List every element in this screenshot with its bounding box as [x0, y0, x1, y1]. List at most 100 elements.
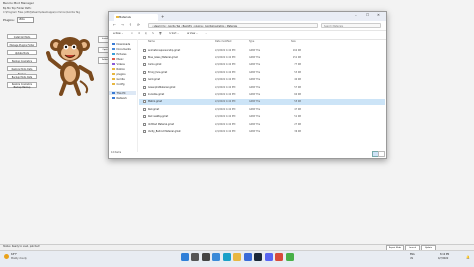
- view-button[interactable]: ☰ View ⌄: [187, 32, 198, 35]
- nav-item-label: Config: [116, 82, 125, 86]
- folder-icon: [112, 96, 115, 100]
- rename-icon[interactable]: ✎: [152, 32, 154, 35]
- file-date: 2/4/2022 4:42 PM: [215, 85, 236, 89]
- back-arrow-icon[interactable]: ←: [113, 23, 116, 27]
- nav-item-this-pc[interactable]: This PC: [109, 91, 136, 95]
- start-icon[interactable]: [180, 253, 189, 261]
- install-all-mods-button[interactable]: Install All Mods: [7, 34, 37, 39]
- sort-button[interactable]: ⇅ Sort ⌄: [169, 32, 179, 35]
- weather-temperature[interactable]: 63°F: [11, 253, 17, 256]
- file-name: Matrix.gmat: [148, 100, 162, 104]
- clock-date[interactable]: 4/7/2022: [438, 257, 448, 260]
- file-date: 2/4/2022 4:42 PM: [215, 115, 236, 119]
- file-row[interactable]: GreenphoMaterial.gmat 2/4/2022 4:42 PM GMA…: [139, 84, 385, 91]
- weather-icon[interactable]: [4, 254, 9, 259]
- refresh-icon[interactable]: ⟳: [137, 23, 140, 27]
- column-type[interactable]: Type: [249, 40, 254, 43]
- file-size: 151 KB: [292, 55, 301, 59]
- nav-item-roblox[interactable]: Roblox: [112, 67, 125, 71]
- file-row[interactable]: Red.gmat 2/4/2022 4:42 PM GMAT File 47 KB: [139, 106, 385, 113]
- up-arrow-icon[interactable]: ↑: [129, 23, 132, 27]
- file-row[interactable]: Matrix.gmat 2/4/2022 4:42 PM GMAT File 55 K…: [139, 98, 385, 106]
- search-icon[interactable]: [191, 253, 199, 261]
- file-icon: [143, 122, 146, 126]
- update-mods-button[interactable]: Update Mods: [7, 50, 37, 55]
- file-size: 36 KB: [294, 129, 301, 133]
- file-icon: [143, 100, 146, 104]
- manage-plugins-button[interactable]: Manage Plugins Folder: [7, 42, 37, 47]
- nav-item-videos[interactable]: Videos: [112, 62, 125, 66]
- cut-icon[interactable]: ✂: [131, 32, 133, 35]
- new-button[interactable]: ⊕ New ⌄: [113, 32, 123, 35]
- edge-icon[interactable]: [222, 253, 231, 261]
- language-indicator[interactable]: ENG: [410, 253, 415, 256]
- forward-arrow-icon[interactable]: →: [121, 23, 124, 27]
- nav-item-network[interactable]: Network: [112, 96, 127, 100]
- column-name[interactable]: Name: [148, 40, 155, 43]
- file-size: 57 KB: [294, 85, 301, 89]
- nav-item-music[interactable]: Music: [112, 57, 124, 61]
- file-icon: [143, 85, 146, 89]
- app-icon[interactable]: [275, 253, 283, 261]
- close-button[interactable]: ✕: [377, 13, 380, 17]
- nav-item-gorilla[interactable]: Gorilla: [112, 77, 125, 81]
- file-icon: [143, 63, 146, 67]
- file-size: 53 KB: [294, 70, 301, 74]
- file-row[interactable]: Gold.gmat 2/4/2022 4:42 PM GMAT File 40 KB: [139, 77, 385, 84]
- file-type: GMAT File: [249, 122, 261, 126]
- file-row[interactable]: Blue_Glass_Material.gmat 2/4/2022 4:42 PM…: [139, 54, 385, 61]
- new-tab-button[interactable]: +: [161, 14, 164, 19]
- file-row[interactable]: Camo.gmat 2/4/2022 4:42 PM GMAT File 77 KB: [139, 62, 385, 69]
- notification-icon[interactable]: 🔔: [466, 255, 470, 259]
- address-bar[interactable]: › steamcmn › Gorilla Tag › BepInEx › plu…: [148, 23, 318, 28]
- backup-mods-data-button[interactable]: Backup Mods Data: [7, 74, 37, 79]
- file-size: 162 KB: [292, 48, 301, 52]
- nav-item-documents[interactable]: Documents: [112, 47, 131, 51]
- explorer-icon[interactable]: [233, 253, 241, 261]
- nav-item-downloads[interactable]: Downloads: [112, 42, 130, 46]
- file-name: Red.gmat: [148, 107, 160, 111]
- tab-materials[interactable]: Materials: [114, 14, 158, 21]
- steam-icon[interactable]: [254, 253, 262, 261]
- file-row[interactable]: Red neaBoy.gmat 2/4/2022 4:42 PM GMAT File…: [139, 114, 385, 121]
- file-row[interactable]: Untitled Material.gmat 2/4/2022 4:42 PM GM…: [139, 121, 385, 128]
- column-date-modified[interactable]: Date modified: [215, 40, 231, 43]
- store-icon[interactable]: [243, 253, 252, 261]
- file-row[interactable]: animationsponsorship.gmat 2/4/2022 4:42 P…: [139, 47, 385, 54]
- paste-icon[interactable]: ⎘: [145, 32, 147, 35]
- app2-icon[interactable]: [285, 253, 294, 261]
- file-name: Blue_Glass_Material.gmat: [148, 55, 178, 59]
- nav-item-pictures[interactable]: Pictures: [112, 52, 126, 56]
- folder-icon: [112, 42, 115, 46]
- backup-cosmetics-button[interactable]: Backup Cosmetics: [7, 58, 37, 63]
- discord-icon[interactable]: [264, 253, 273, 261]
- file-type: GMAT File: [249, 70, 261, 74]
- restore-mods-backup-button[interactable]: Restore Mods Data Backup: [7, 66, 37, 76]
- path-value[interactable]: C:\Program Files (x86)\Steam\steamapps\c…: [3, 11, 80, 14]
- maximize-button[interactable]: ☐: [366, 13, 369, 17]
- nav-item-label: Music: [116, 57, 124, 61]
- file-date: 2/4/2022 4:42 PM: [215, 92, 236, 96]
- nav-item-config[interactable]: Config: [112, 82, 125, 86]
- nav-item-label: Network: [116, 96, 127, 100]
- delete-icon[interactable]: 🗑: [159, 32, 162, 35]
- nav-item-plugins[interactable]: plugins: [112, 72, 126, 76]
- file-explorer-window: Materials + – ☐ ✕ ← → ↑ ⟳ › steamcmn › G…: [108, 11, 387, 159]
- file-icon: [143, 70, 146, 74]
- nav-item-label: Videos: [116, 62, 125, 66]
- minimize-button[interactable]: –: [355, 13, 357, 17]
- plugins-select[interactable]: Utilla: [16, 17, 34, 23]
- file-row[interactable]: Emoji_face.gmat 2/4/2022 4:42 PM GMAT File…: [139, 69, 385, 76]
- clock-time[interactable]: 8:10 PM: [440, 253, 449, 256]
- column-size[interactable]: Size: [291, 40, 296, 43]
- tiles-view-icon[interactable]: [378, 151, 385, 157]
- file-icon: [143, 129, 146, 133]
- restore-cosmetics-button[interactable]: Restore Cosmetics Backup Backup: [7, 82, 37, 89]
- copy-icon[interactable]: ❐: [138, 32, 140, 35]
- more-options-button[interactable]: ···: [205, 32, 207, 35]
- widgets-icon[interactable]: [212, 253, 220, 261]
- search-input[interactable]: Search Materials: [321, 23, 381, 28]
- file-row[interactable]: Invisible.gmat 2/4/2022 4:42 PM GMAT File 6…: [139, 91, 385, 98]
- file-row[interactable]: Verity_Behind Material.gmat 2/4/2022 4:42…: [139, 128, 385, 135]
- taskview-icon[interactable]: [201, 253, 210, 261]
